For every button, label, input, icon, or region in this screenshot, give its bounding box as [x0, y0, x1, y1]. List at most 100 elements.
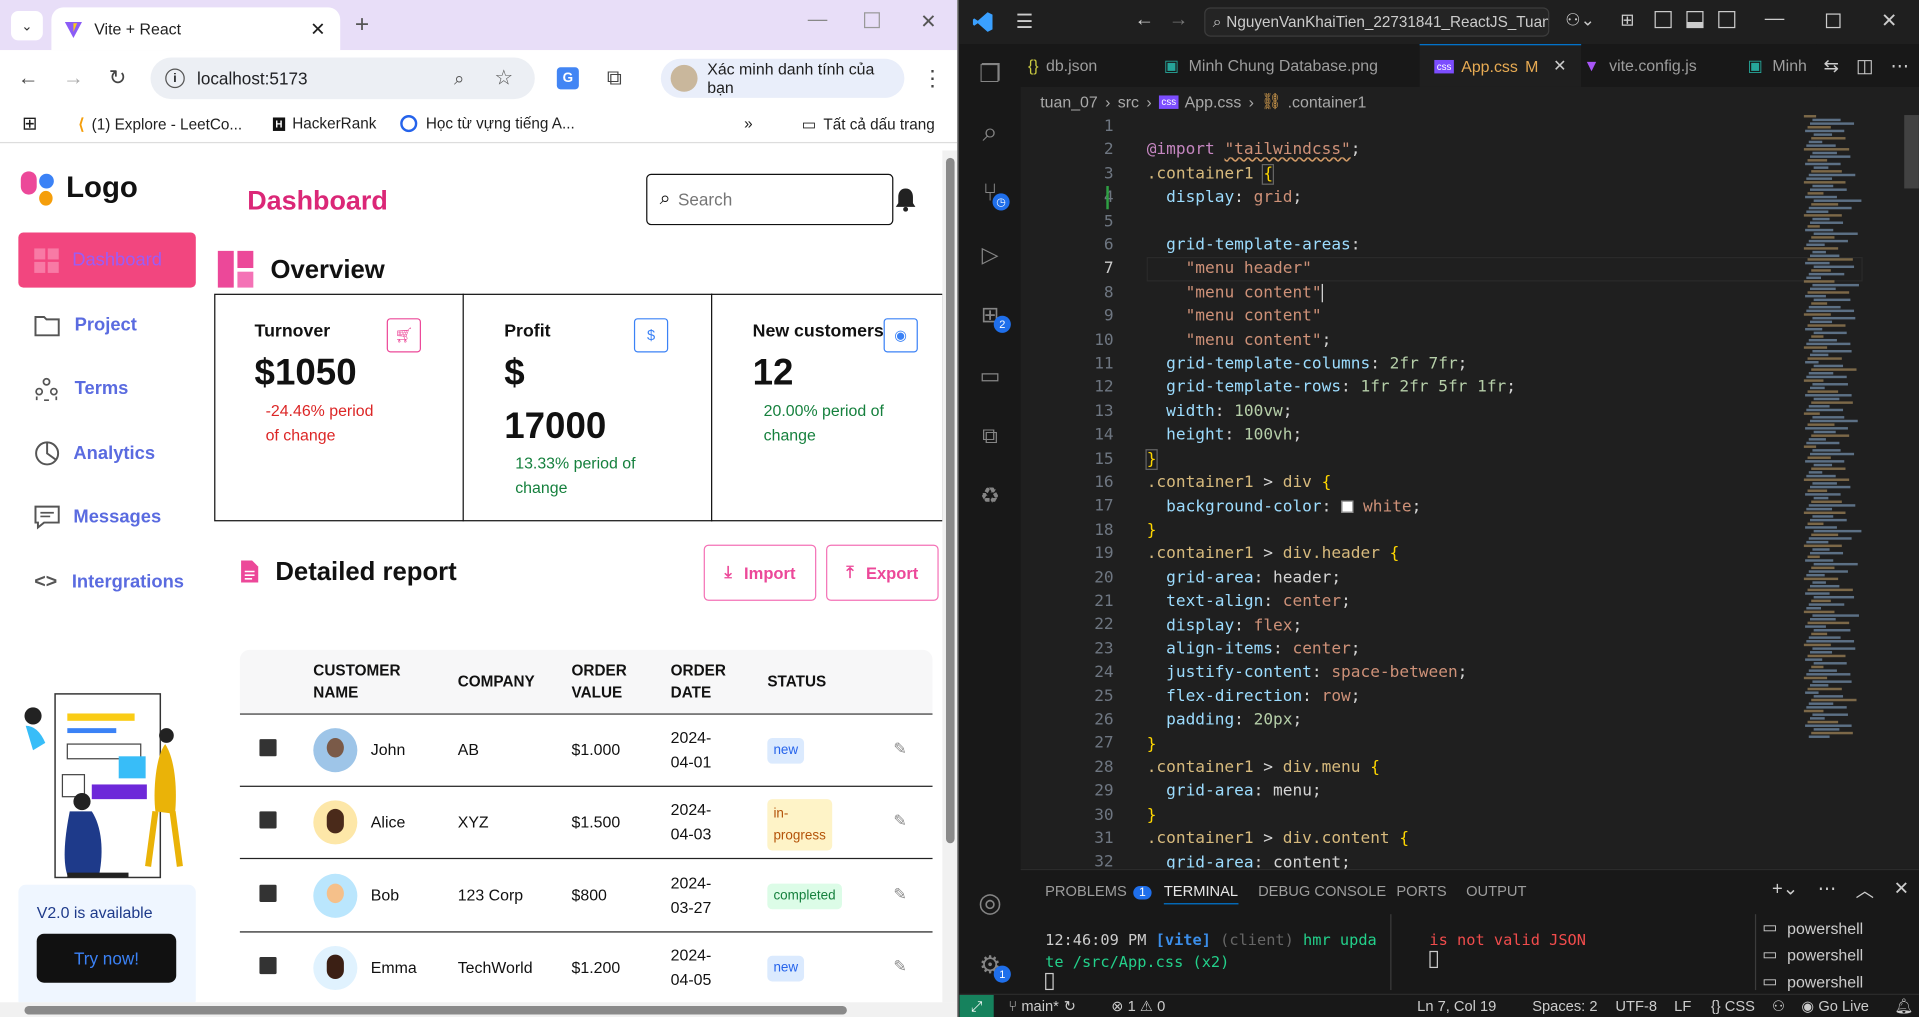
horizontal-scroll-thumb[interactable] [24, 1005, 847, 1015]
horizontal-scrollbar[interactable] [0, 1002, 958, 1017]
cursor-position[interactable]: Ln 7, Col 19 [1417, 997, 1496, 1014]
panel-tab-output[interactable]: OUTPUT [1466, 882, 1526, 899]
remote-icon[interactable]: ⤢ [959, 994, 994, 1017]
try-now-button[interactable]: Try now! [36, 933, 177, 983]
address-bar[interactable]: i localhost:5173 ⌕ ☆ [150, 57, 535, 100]
indentation[interactable]: Spaces: 2 [1532, 997, 1597, 1014]
minimap[interactable] [1803, 115, 1890, 751]
menu-kebab-icon[interactable]: ⋮ [918, 64, 947, 93]
panel-tab-debug-console[interactable]: DEBUG CONSOLE [1258, 882, 1386, 899]
more-actions-icon[interactable]: ⋯ [1890, 54, 1908, 77]
search-box[interactable]: ⌕ [646, 173, 894, 226]
menu-icon[interactable]: ☰ [1016, 10, 1034, 34]
dollar-icon[interactable]: $ [633, 318, 669, 353]
sidebar-item-terms[interactable]: Terms [18, 361, 195, 416]
col-order-date[interactable]: ORDER DATE [671, 660, 726, 704]
close-panel-icon[interactable]: ✕ [1894, 877, 1909, 903]
command-center-search[interactable]: ⌕ NguyenVanKhaiTien_22731841_ReactJS_Tuan… [1204, 7, 1550, 37]
tab-app-css[interactable]: css App.css M ✕ [1419, 44, 1582, 87]
tab-search-icon[interactable]: ⌄ [11, 11, 43, 41]
panel-tab-ports[interactable]: PORTS [1396, 882, 1446, 899]
customize-layout-icon[interactable]: ⊞ [1620, 10, 1634, 31]
edit-icon[interactable]: ✎ [893, 811, 906, 831]
verify-identity-chip[interactable]: Xác minh danh tính của bạn [660, 58, 905, 98]
accounts-icon[interactable]: ◎ [973, 886, 1007, 920]
row-checkbox[interactable] [259, 811, 277, 829]
panel-tab-problems[interactable]: PROBLEMS 1 [1045, 882, 1152, 899]
nav-forward-icon[interactable]: → [1169, 10, 1189, 32]
sidebar-item-dashboard[interactable]: Dashboard [18, 232, 196, 288]
extensions-icon[interactable]: ⧉ [600, 64, 629, 93]
problems-status[interactable]: ⊗ 1 ⚠ 0 [1111, 997, 1165, 1014]
translate-icon[interactable]: G [553, 64, 582, 93]
go-live[interactable]: ◉ Go Live [1801, 997, 1869, 1014]
search-icon[interactable]: ⌕ [973, 115, 1007, 149]
sidebar-item-project[interactable]: Project [18, 297, 195, 352]
edit-icon[interactable]: ✎ [893, 739, 906, 759]
bell-icon[interactable] [895, 187, 917, 212]
more-icon[interactable]: ⋯ [1818, 877, 1836, 903]
table-row[interactable]: Emma TechWorld $1.200 2024- 04-05 new ✎ [240, 933, 933, 1003]
table-row[interactable]: John AB $1.000 2024- 04-01 new ✎ [239, 715, 933, 787]
site-info-icon[interactable]: i [165, 68, 185, 89]
forward-icon[interactable]: → [59, 64, 88, 93]
reload-icon[interactable]: ↻ [103, 64, 132, 93]
bookmark-leetcode[interactable]: ⟨ (1) Explore - LeetCo... [78, 115, 242, 134]
copilot-status-icon[interactable]: ⚇ [1772, 997, 1785, 1014]
sidebar-item-analytics[interactable]: Analytics [18, 426, 195, 481]
line-ending[interactable]: LF [1674, 997, 1691, 1014]
nav-back-icon[interactable]: ← [1134, 10, 1154, 32]
bookmark-hackerrank[interactable]: H HackerRank [272, 115, 376, 132]
all-bookmarks[interactable]: ▭ Tất cả dấu trang [802, 115, 935, 134]
terminal-error-output[interactable]: is not valid JSON [1429, 929, 1586, 974]
git-branch[interactable]: ⑂ main* ↻ [1008, 997, 1076, 1014]
notifications-icon[interactable]: 🔔︎ [1894, 997, 1913, 1014]
zoom-icon[interactable]: ⌕ [454, 68, 464, 89]
col-order-value[interactable]: ORDER VALUE [572, 660, 627, 704]
apps-icon[interactable]: ⊞ [22, 113, 37, 135]
import-button[interactable]: ⤓ Import [703, 544, 817, 601]
encoding[interactable]: UTF-8 [1615, 997, 1657, 1014]
toggle-secondary-sidebar-icon[interactable] [1718, 11, 1736, 29]
back-icon[interactable]: ← [13, 64, 42, 93]
explorer-icon[interactable]: ❐ [973, 56, 1007, 90]
terminal-list-item[interactable]: ▭ powershell [1762, 968, 1919, 995]
row-checkbox[interactable] [259, 739, 277, 757]
compare-icon[interactable]: ⇆ [1823, 54, 1838, 77]
sidebar-item-integrations[interactable]: <> Intergrations [18, 554, 195, 609]
tab-minh-chung-png[interactable]: ▣ Minh Chung Database.png [1149, 44, 1392, 87]
tab-minh-partial[interactable]: ▣ Minh [1733, 44, 1822, 87]
panel-tab-terminal[interactable]: TERMINAL [1163, 882, 1239, 905]
testing-icon[interactable]: ⧉ [973, 419, 1007, 453]
close-window-icon[interactable]: ✕ [920, 10, 936, 34]
minimize-icon[interactable]: — [808, 10, 828, 32]
user-icon[interactable]: ◉ [883, 318, 918, 353]
breadcrumb-item[interactable]: tuan_07 [1040, 92, 1098, 110]
minimize-icon[interactable]: — [1765, 9, 1785, 31]
new-tab-icon[interactable]: + [355, 11, 369, 39]
source-control-icon[interactable]: ⑂ ◷ [973, 176, 1010, 211]
col-customer-name[interactable]: CUSTOMER NAME [313, 660, 400, 704]
sidebar-item-messages[interactable]: Messages [18, 490, 195, 545]
browser-tab[interactable]: Vite + React ✕ [51, 7, 341, 51]
close-tab-icon[interactable]: ✕ [310, 18, 325, 40]
copilot-icon[interactable]: ⚇⌄ [1565, 10, 1595, 31]
terminal-output[interactable]: 12:46:09 PM [vite] (client) hmr upda te … [1045, 929, 1377, 996]
vertical-scroll-thumb[interactable] [945, 157, 955, 844]
settings-gear-icon[interactable]: ⚙ 1 [973, 947, 1011, 983]
maximize-icon[interactable] [1825, 13, 1841, 29]
python-icon[interactable]: ♻ [973, 479, 1007, 513]
edit-icon[interactable]: ✎ [893, 885, 906, 905]
edit-icon[interactable]: ✎ [893, 957, 906, 977]
bookmark-star-icon[interactable]: ☆ [494, 66, 513, 90]
terminal-list-item[interactable]: ▭ powershell [1762, 914, 1919, 941]
search-input[interactable] [677, 189, 874, 210]
toggle-panel-icon[interactable] [1686, 11, 1704, 29]
tab-db-json[interactable]: {} db.json [1013, 44, 1112, 87]
col-company[interactable]: COMPANY [458, 671, 535, 693]
terminal-list-item[interactable]: ▭ powershell [1762, 941, 1919, 968]
maximize-icon[interactable] [864, 12, 880, 29]
cart-icon[interactable]: 🛒︎ [386, 318, 421, 353]
code-content[interactable]: @import "tailwindcss"; .container1 { dis… [1145, 115, 1516, 899]
breadcrumb-item[interactable]: App.css [1185, 92, 1242, 110]
